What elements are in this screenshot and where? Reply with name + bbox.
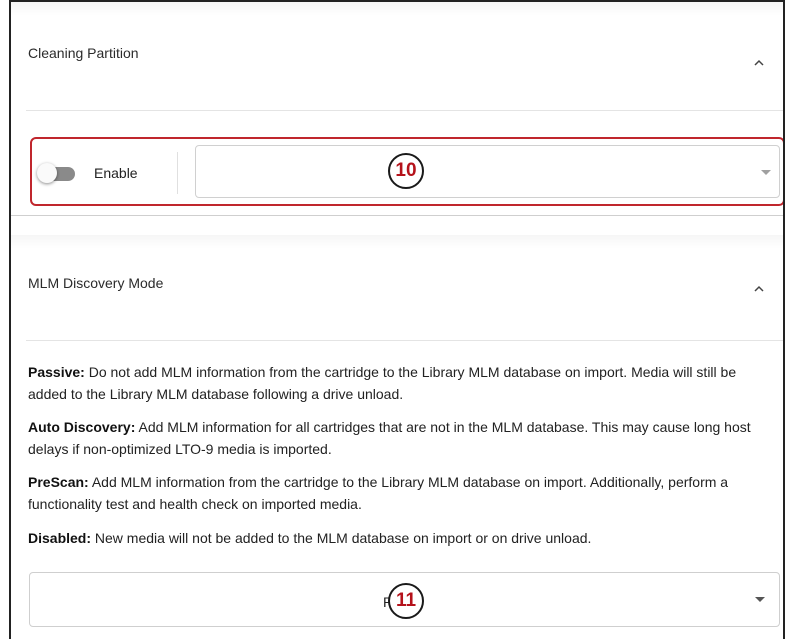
settings-panel: Cleaning Partition Enable 10 MLM Discove… — [9, 0, 785, 639]
enable-label: Enable — [94, 165, 138, 181]
callout-badge: 11 — [388, 583, 424, 619]
chevron-up-icon[interactable] — [753, 283, 765, 295]
chevron-up-icon[interactable] — [753, 57, 765, 69]
mode-description-passive: Passive: Do not add MLM information from… — [28, 361, 768, 405]
section-shade — [11, 235, 783, 249]
mode-description-disabled: Disabled: New media will not be added to… — [28, 527, 768, 549]
mode-text: Do not add MLM information from the cart… — [28, 364, 737, 402]
mode-term: Disabled: — [28, 530, 92, 546]
mode-text: New media will not be added to the MLM d… — [91, 530, 592, 546]
cleaning-partition-title: Cleaning Partition — [28, 45, 139, 61]
mode-term: Auto Discovery: — [28, 419, 136, 435]
mode-description-prescan: PreScan: Add MLM information from the ca… — [28, 471, 768, 515]
mlm-discovery-title: MLM Discovery Mode — [28, 275, 164, 291]
mode-text: Add MLM information from the cartridge t… — [28, 474, 729, 512]
header-shade — [11, 2, 783, 16]
section-divider — [11, 215, 783, 216]
toggle-knob[interactable] — [37, 163, 57, 183]
divider — [26, 110, 783, 111]
caret-down-icon[interactable] — [755, 597, 765, 602]
mode-term: PreScan: — [28, 474, 89, 490]
cleaning-partition-select[interactable] — [195, 145, 780, 198]
divider — [26, 340, 783, 341]
callout-badge: 10 — [388, 153, 424, 189]
mode-text: Add MLM information for all cartridges t… — [28, 419, 751, 457]
separator — [177, 152, 178, 194]
mode-term: Passive: — [28, 364, 85, 380]
mode-description-auto-discovery: Auto Discovery: Add MLM information for … — [28, 416, 768, 460]
caret-down-icon[interactable] — [761, 170, 771, 175]
